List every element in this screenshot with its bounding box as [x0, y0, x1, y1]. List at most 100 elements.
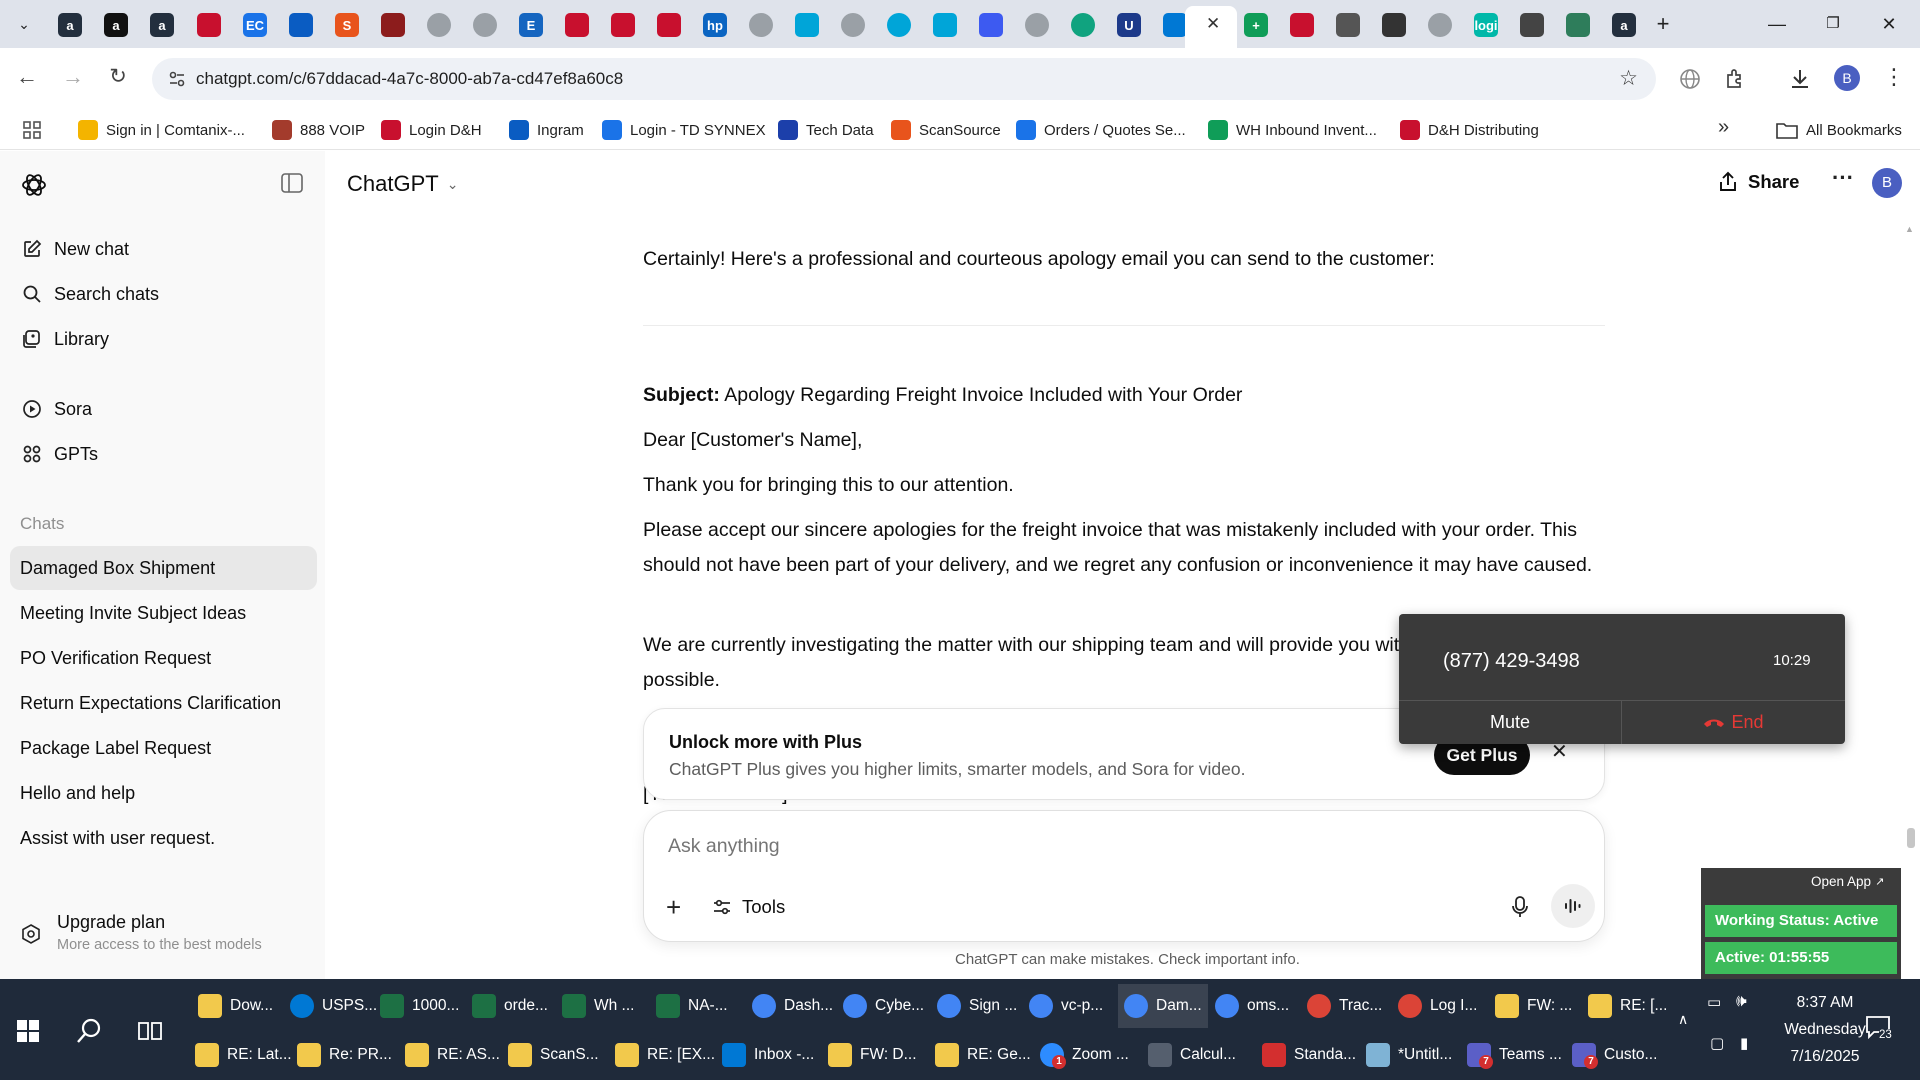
tab-sheets-icon[interactable]: +: [1244, 13, 1268, 37]
taskbar-window-button[interactable]: Calcul...: [1148, 1033, 1236, 1077]
tab-logi-icon[interactable]: logi: [1474, 13, 1498, 37]
tab-ingram-icon[interactable]: [289, 13, 313, 37]
gpts-button[interactable]: GPTs: [10, 432, 317, 476]
tab-amazon-icon[interactable]: a: [58, 13, 82, 37]
taskbar-window-button[interactable]: ScanS...: [508, 1033, 599, 1077]
chat-history-item[interactable]: Package Label Request: [10, 726, 317, 770]
minimize-icon[interactable]: —: [1765, 12, 1789, 36]
library-button[interactable]: Library: [10, 317, 317, 361]
tab-amazon-icon[interactable]: a: [150, 13, 174, 37]
browser-menu-icon[interactable]: ⋮: [1883, 64, 1905, 90]
forward-arrow-icon[interactable]: →: [58, 62, 88, 92]
taskbar-window-button[interactable]: Standa...: [1262, 1033, 1356, 1077]
address-bar[interactable]: chatgpt.com/c/67ddacad-4a7c-8000-ab7a-cd…: [152, 58, 1656, 100]
tab-crown-icon[interactable]: [1382, 13, 1406, 37]
taskbar-window-button[interactable]: vc-p...: [1029, 984, 1103, 1028]
taskbar-window-button[interactable]: FW: D...: [828, 1033, 917, 1077]
bookmark-item[interactable]: Login D&H: [381, 118, 482, 142]
restore-icon[interactable]: ❐: [1821, 12, 1845, 36]
search-chats-button[interactable]: Search chats: [10, 272, 317, 316]
close-sidebar-icon[interactable]: [281, 173, 303, 193]
tab-search-chevron-icon[interactable]: ⌄: [12, 12, 36, 36]
chat-history-item[interactable]: Return Expectations Clarification: [10, 681, 317, 725]
taskbar-window-button[interactable]: oms...: [1215, 984, 1289, 1028]
tab-td-synnex-icon[interactable]: [933, 13, 957, 37]
tab-cloud-icon[interactable]: [1163, 13, 1187, 37]
chat-history-item[interactable]: Hello and help: [10, 771, 317, 815]
tab-hp-icon[interactable]: hp: [703, 13, 727, 37]
tab-amazon-icon[interactable]: a: [1612, 13, 1636, 37]
chat-history-item[interactable]: Damaged Box Shipment: [10, 546, 317, 590]
taskbar-window-button[interactable]: Dash...: [752, 984, 833, 1028]
downloads-icon[interactable]: [1787, 66, 1813, 92]
scrollbar-thumb[interactable]: [1907, 828, 1915, 848]
sora-button[interactable]: Sora: [10, 387, 317, 431]
show-hidden-icons-chevron[interactable]: ∧: [1678, 1011, 1688, 1028]
bookmark-item[interactable]: Login - TD SYNNEX: [602, 118, 766, 142]
active-tab-chatgpt[interactable]: ✕: [1185, 6, 1237, 48]
site-settings-icon[interactable]: [168, 70, 186, 88]
attach-plus-icon[interactable]: +: [666, 894, 681, 920]
windows-start-icon[interactable]: [16, 1019, 40, 1043]
bookmark-item[interactable]: WH Inbound Invent...: [1208, 118, 1377, 142]
taskbar-window-button[interactable]: Cybe...: [843, 984, 924, 1028]
voice-mode-button[interactable]: [1551, 884, 1595, 928]
share-button[interactable]: Share: [1718, 171, 1799, 193]
microphone-tray-icon[interactable]: ▮: [1740, 1034, 1748, 1052]
mute-button[interactable]: Mute: [1399, 701, 1621, 744]
tab-lg-icon[interactable]: [657, 13, 681, 37]
task-view-icon[interactable]: [137, 1019, 163, 1043]
bookmark-item[interactable]: 888 VOIP: [272, 118, 365, 142]
new-chat-button[interactable]: New chat: [10, 227, 317, 271]
taskbar-window-button[interactable]: Dam...: [1118, 984, 1208, 1028]
all-bookmarks-folder[interactable]: All Bookmarks: [1776, 118, 1902, 142]
window-close-icon[interactable]: ✕: [1877, 12, 1901, 36]
tab-dh-icon[interactable]: [1290, 13, 1314, 37]
tab-dh-icon[interactable]: [197, 13, 221, 37]
tab-td-synnex-icon[interactable]: [795, 13, 819, 37]
tab-circle-icon[interactable]: [887, 13, 911, 37]
openai-logo-icon[interactable]: [20, 171, 48, 199]
tab-globe-icon[interactable]: [427, 13, 451, 37]
taskbar-window-button[interactable]: Wh ...: [562, 984, 634, 1028]
taskbar-window-button[interactable]: Inbox -...: [722, 1033, 814, 1077]
taskbar-window-button[interactable]: FW: ...: [1495, 984, 1572, 1028]
tab-edge-icon[interactable]: E: [519, 13, 543, 37]
taskbar-window-button[interactable]: NA-...: [656, 984, 728, 1028]
back-arrow-icon[interactable]: ←: [12, 62, 42, 92]
taskbar-window-button[interactable]: USPS...: [290, 984, 377, 1028]
taskbar-window-button[interactable]: 7 Custo...: [1572, 1033, 1657, 1077]
taskbar-window-button[interactable]: *Untitl...: [1366, 1033, 1452, 1077]
taskbar-window-button[interactable]: RE: [...: [1588, 984, 1667, 1028]
tab-globe-icon[interactable]: [749, 13, 773, 37]
url-text[interactable]: chatgpt.com/c/67ddacad-4a7c-8000-ab7a-cd…: [196, 69, 623, 89]
chat-history-item[interactable]: Meeting Invite Subject Ideas: [10, 591, 317, 635]
taskbar-window-button[interactable]: Dow...: [198, 984, 273, 1028]
battery-icon[interactable]: ▭: [1707, 993, 1721, 1011]
apps-grid-icon[interactable]: [22, 120, 42, 140]
end-call-button[interactable]: End: [1622, 701, 1845, 744]
tab-amazon-icon[interactable]: a: [104, 13, 128, 37]
new-tab-plus-icon[interactable]: +: [1651, 12, 1675, 36]
taskbar-window-button[interactable]: RE: AS...: [405, 1033, 500, 1077]
tools-button[interactable]: Tools: [712, 896, 785, 918]
taskbar-window-button[interactable]: 1000...: [380, 984, 459, 1028]
tab-scansource-icon[interactable]: S: [335, 13, 359, 37]
bookmark-item[interactable]: Tech Data: [778, 118, 874, 142]
user-avatar[interactable]: B: [1872, 168, 1902, 198]
taskbar-window-button[interactable]: Log I...: [1398, 984, 1477, 1028]
tab-openai-icon[interactable]: [1566, 13, 1590, 37]
upgrade-plan-button[interactable]: Upgrade plan More access to the best mod…: [0, 911, 325, 979]
bookmark-item[interactable]: Ingram: [509, 118, 584, 142]
tab-888voip-icon[interactable]: [381, 13, 405, 37]
tab-lg-icon[interactable]: [565, 13, 589, 37]
tab-circle-icon[interactable]: [1071, 13, 1095, 37]
tab-globe-icon[interactable]: [841, 13, 865, 37]
chat-history-item[interactable]: PO Verification Request: [10, 636, 317, 680]
notification-center-button[interactable]: 23: [1865, 1015, 1895, 1045]
bookmark-item[interactable]: ScanSource: [891, 118, 1001, 142]
system-clock[interactable]: 8:37 AM Wednesday 7/16/2025: [1770, 989, 1880, 1070]
translate-globe-icon[interactable]: [1678, 67, 1702, 91]
taskbar-window-button[interactable]: Sign ...: [937, 984, 1017, 1028]
tab-globe-icon[interactable]: [1428, 13, 1452, 37]
